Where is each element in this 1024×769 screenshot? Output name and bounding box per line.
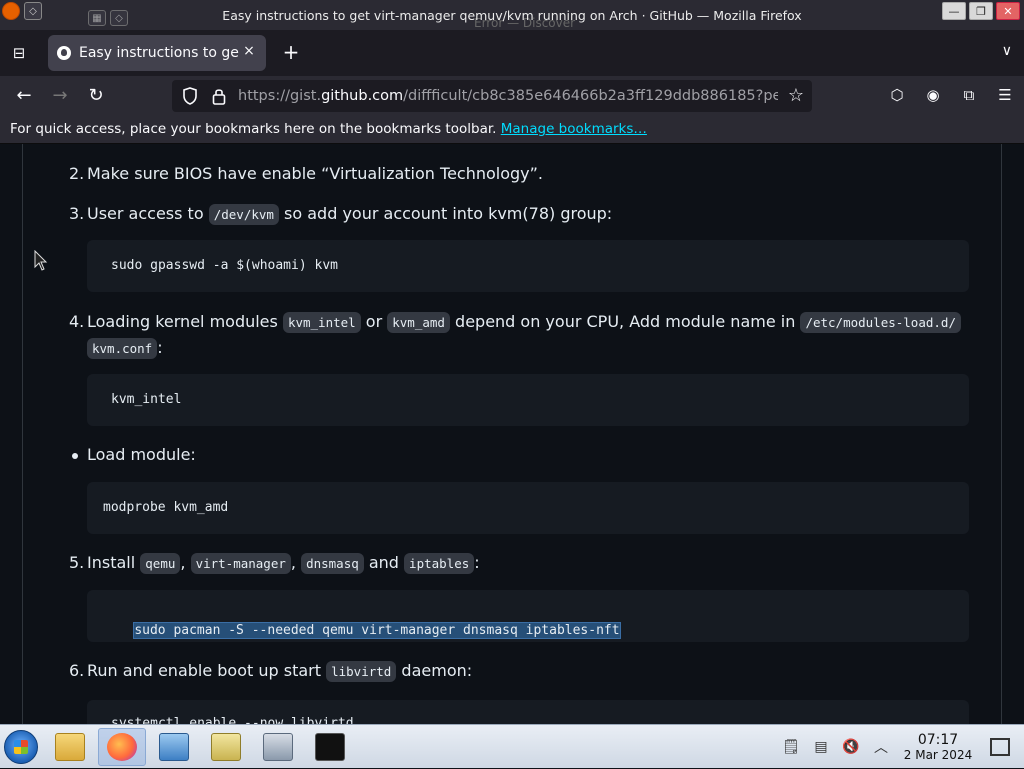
clock-time: 07:17 <box>917 732 959 748</box>
menu-hamburger-icon[interactable]: ☰ <box>994 84 1016 106</box>
step6-text-pre: Run and enable boot up start <box>87 661 322 680</box>
tab-active[interactable]: Easy instructions to get virt-manager × <box>48 35 266 71</box>
window-title: Easy instructions to get virt-manager qe… <box>222 8 802 23</box>
inline-code: kvm.conf <box>87 338 158 359</box>
taskbar-app-firefox[interactable] <box>98 728 146 766</box>
inline-code: kvm_intel <box>282 312 361 333</box>
back-arrow-icon[interactable]: ← <box>12 84 36 108</box>
bullet-dot <box>72 453 78 459</box>
show-desktop-icon[interactable] <box>990 738 1010 756</box>
manage-bookmarks-link[interactable]: Manage bookmarks… <box>501 121 647 137</box>
taskbar-app-terminal[interactable] <box>306 728 354 766</box>
extensions-icon[interactable]: ⧉ <box>958 84 980 106</box>
step3-text-pre: User access to <box>87 204 204 223</box>
step6-text-post: daemon: <box>401 661 473 680</box>
inline-code: qemu <box>140 553 181 574</box>
inline-code: /etc/modules-load.d/ <box>800 312 961 333</box>
step4-colon: : <box>157 338 163 357</box>
monitor-icon <box>159 733 189 761</box>
inline-code: dnsmasq <box>301 553 364 574</box>
taskbar-app-file-manager[interactable] <box>46 728 94 766</box>
bullet-text: Load module: <box>87 445 196 464</box>
step3-text: User access to /dev/kvm so add your acco… <box>87 204 613 225</box>
step4-text-pre: Loading kernel modules <box>87 312 278 331</box>
terminal-icon <box>315 733 345 761</box>
step4-text-or: or <box>365 312 383 331</box>
tracking-protection-shield-icon[interactable] <box>182 87 198 105</box>
step5-colon: : <box>474 553 480 572</box>
step2-text: Make sure BIOS have enable “Virtualizati… <box>87 164 544 183</box>
navigation-toolbar: ← → ↻ https://gist.github.com/diffficult… <box>0 76 1024 116</box>
lock-icon[interactable] <box>212 87 226 105</box>
url-text[interactable]: https://gist.github.com/diffficult/cb8c3… <box>238 88 778 104</box>
window-titlebar: ◇ ▦ ◇ Error — Discover Easy instructions… <box>0 0 1024 30</box>
code-block-selected[interactable]: sudo pacman -S --needed qemu virt-manage… <box>87 590 969 642</box>
taskbar: 🗒 ▤ 🔇 ︿ 07:17 2 Mar 2024 <box>0 724 1024 768</box>
software-icon <box>263 733 293 761</box>
clock-date: 2 Mar 2024 <box>903 748 973 762</box>
step5-text: Install qemu, virt-manager, dnsmasq and … <box>87 553 480 574</box>
step5-text-pre: Install <box>87 553 136 572</box>
taskbar-app-system-monitor[interactable] <box>150 728 198 766</box>
step5-comma: , <box>290 553 296 572</box>
step4-text-post: depend on your CPU, Add module name in <box>455 312 796 331</box>
clipboard-icon[interactable]: ▤ <box>810 736 832 758</box>
reload-icon[interactable]: ↻ <box>84 84 108 108</box>
window-controls: — ❐ ✕ <box>942 2 1020 20</box>
taskbar-app-software[interactable] <box>254 728 302 766</box>
step5-text-and: and <box>368 553 399 572</box>
step-number: 2. <box>69 164 85 183</box>
code-block[interactable]: sudo gpasswd -a $(whoami) kvm <box>87 240 969 292</box>
tray-expand-chevron-icon[interactable]: ︿ <box>870 736 892 758</box>
inline-code: libvirtd <box>326 661 397 682</box>
page-content: 2. Make sure BIOS have enable “Virtualiz… <box>0 144 1024 724</box>
firefox-icon <box>107 733 137 761</box>
bookmarks-hint-text: For quick access, place your bookmarks h… <box>10 121 497 137</box>
step4-text-line2: kvm.conf: <box>87 338 163 359</box>
tab-close-icon[interactable]: × <box>240 43 258 59</box>
tab-title: Easy instructions to get virt-manager <box>79 45 239 61</box>
step-number: 4. <box>69 312 85 331</box>
taskbar-app-archive[interactable] <box>202 728 250 766</box>
forward-arrow-icon[interactable]: → <box>48 84 72 108</box>
bookmark-star-icon[interactable]: ☆ <box>788 85 804 106</box>
code-block[interactable]: kvm_intel <box>87 374 969 426</box>
volume-muted-icon[interactable]: 🔇 <box>840 736 862 758</box>
toolbar-right-icons: ⬡ ◉ ⧉ ☰ <box>886 84 1016 106</box>
step-number: 6. <box>69 661 85 680</box>
address-bar[interactable]: https://gist.github.com/diffficult/cb8c3… <box>172 80 812 112</box>
step6-text: Run and enable boot up start libvirtd da… <box>87 661 473 682</box>
start-menu-button[interactable] <box>4 730 38 764</box>
step3-text-post: so add your account into kvm(78) group: <box>284 204 613 223</box>
folder-icon <box>55 733 85 761</box>
inline-code: iptables <box>404 553 475 574</box>
step5-comma: , <box>180 553 186 572</box>
code-block[interactable]: modprobe kvm_amd <box>87 482 969 534</box>
package-updates-icon[interactable]: 🗒 <box>780 736 802 758</box>
step-number: 5. <box>69 553 85 572</box>
selected-code-text[interactable]: sudo pacman -S --needed qemu virt-manage… <box>133 622 621 639</box>
account-icon[interactable]: ◉ <box>922 84 944 106</box>
close-window-button[interactable]: ✕ <box>996 2 1020 20</box>
step-number: 3. <box>69 204 85 223</box>
system-tray: 🗒 ▤ 🔇 ︿ 07:17 2 Mar 2024 <box>776 725 1024 769</box>
inline-code: virt-manager <box>190 553 291 574</box>
code-block[interactable]: systemctl enable --now libvirtd <box>87 700 969 724</box>
new-tab-button[interactable]: + <box>280 41 302 63</box>
mouse-pointer-icon <box>34 250 48 271</box>
clock[interactable]: 07:17 2 Mar 2024 <box>902 732 974 762</box>
github-favicon-icon <box>57 46 71 60</box>
bookmarks-toolbar: For quick access, place your bookmarks h… <box>0 116 1024 144</box>
inline-code: kvm_amd <box>387 312 450 333</box>
inline-code: /dev/kvm <box>208 204 279 225</box>
pocket-icon[interactable]: ⬡ <box>886 84 908 106</box>
archive-icon <box>211 733 241 761</box>
minimize-button[interactable]: — <box>942 2 966 20</box>
step4-text: Loading kernel modules kvm_intel or kvm_… <box>87 312 961 333</box>
tab-strip: ⊟ Easy instructions to get virt-manager … <box>0 30 1024 76</box>
firefox-view-icon[interactable]: ⊟ <box>8 42 30 64</box>
maximize-button[interactable]: ❐ <box>969 2 993 20</box>
list-all-tabs-chevron-icon[interactable]: ∨ <box>1002 43 1012 59</box>
